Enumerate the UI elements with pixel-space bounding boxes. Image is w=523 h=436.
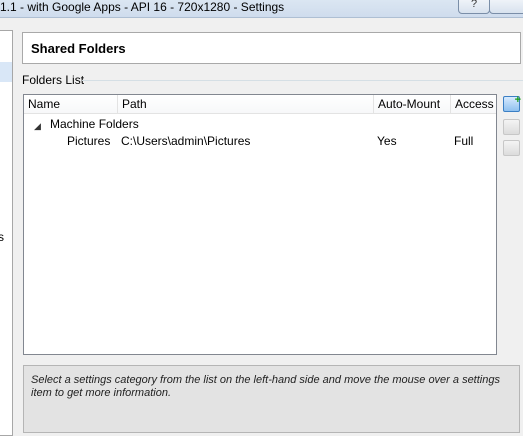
add-folder-button[interactable]: + <box>503 94 521 112</box>
help-icon: ? <box>470 0 478 10</box>
tree-group-machine-folders[interactable]: Machine Folders <box>50 116 139 133</box>
window-title: 1.1 - with Google Apps - API 16 - 720x12… <box>0 0 285 14</box>
folder-row-auto-mount[interactable]: Yes <box>377 133 397 150</box>
info-panel: Select a settings category from the list… <box>23 365 520 433</box>
category-item-selected[interactable] <box>0 62 12 82</box>
close-button[interactable] <box>489 0 523 14</box>
edit-folder-button[interactable] <box>503 119 520 135</box>
add-shared-folder-icon: + <box>514 94 521 106</box>
folders-list-label: Folders List <box>22 73 85 87</box>
column-header-auto-mount[interactable]: Auto-Mount <box>374 95 451 114</box>
folder-row-name[interactable]: Pictures <box>67 133 110 150</box>
help-button[interactable]: ? <box>458 0 490 14</box>
folder-row-access[interactable]: Full <box>454 133 473 150</box>
column-header-name[interactable]: Name <box>24 95 118 114</box>
folder-row-path[interactable]: C:\Users\admin\Pictures <box>121 133 250 150</box>
page-header: Shared Folders <box>22 32 521 64</box>
settings-category-list[interactable]: rs <box>0 30 13 436</box>
collapse-triangle-icon[interactable]: ◢ <box>34 121 41 132</box>
column-header-path[interactable]: Path <box>118 95 374 114</box>
category-item-partial[interactable]: rs <box>0 230 4 244</box>
title-bar: 1.1 - with Google Apps - API 16 - 720x12… <box>0 0 523 18</box>
info-text: Select a settings category from the list… <box>31 374 500 399</box>
group-divider <box>82 80 523 81</box>
folders-tree[interactable]: Name Path Auto-Mount Access ◢ Machine Fo… <box>23 94 497 355</box>
remove-folder-button[interactable] <box>503 140 520 156</box>
column-header-access[interactable]: Access <box>451 95 496 114</box>
page-title: Shared Folders <box>31 41 126 56</box>
